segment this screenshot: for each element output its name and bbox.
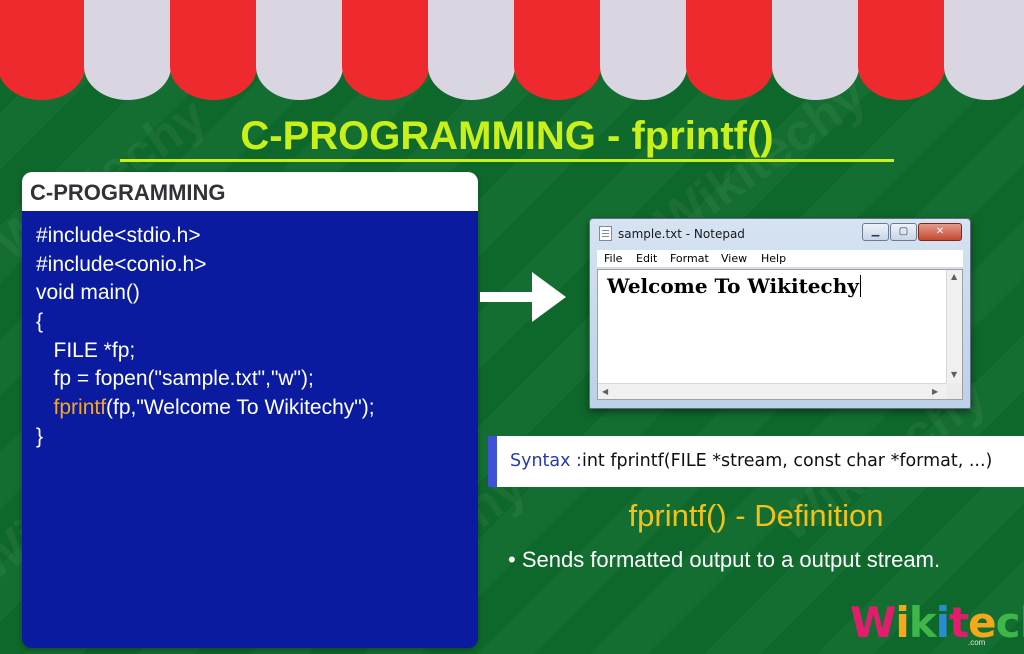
definition-title: fprintf() - Definition xyxy=(628,498,884,533)
code-block: #include<stdio.h> #include<conio.h> void… xyxy=(22,211,478,452)
code-line: { xyxy=(36,310,44,334)
notepad-content: Welcome To Wikitechy xyxy=(607,274,861,298)
maximize-button[interactable]: ▢ xyxy=(890,223,917,241)
awning-scallop xyxy=(0,0,85,100)
close-button[interactable]: ✕ xyxy=(918,223,962,241)
code-line: void main() xyxy=(36,281,140,305)
text-caret xyxy=(859,275,861,297)
menu-edit[interactable]: Edit xyxy=(636,252,657,265)
awning-scallop xyxy=(342,0,429,100)
scroll-up-icon[interactable]: ▲ xyxy=(951,272,957,281)
wikitechy-logo: Wikitechy xyxy=(850,598,1024,650)
awning-scallop xyxy=(772,0,859,100)
notepad-menubar: File Edit Format View Help xyxy=(597,250,963,268)
notepad-content-text: Welcome To Wikitechy xyxy=(607,274,859,298)
awning-scallop xyxy=(170,0,257,100)
code-line: FILE *fp; xyxy=(36,338,136,362)
syntax-bar: Syntax :int fprintf(FILE *stream, const … xyxy=(488,436,1024,487)
arrow-head-icon xyxy=(532,272,566,322)
awning-scallop xyxy=(84,0,171,100)
logo-domain: .com xyxy=(968,638,986,647)
awning-scallop xyxy=(600,0,687,100)
notepad-titlebar[interactable]: sample.txt - Notepad ▁ ▢ ✕ xyxy=(590,219,970,247)
scroll-right-icon[interactable]: ▶ xyxy=(932,387,938,396)
notepad-icon xyxy=(599,226,612,241)
menu-format[interactable]: Format xyxy=(670,252,709,265)
notepad-title: sample.txt - Notepad xyxy=(618,227,745,241)
awning-scallop xyxy=(686,0,773,100)
vertical-scrollbar[interactable]: ▲ ▼ xyxy=(946,270,962,384)
notepad-text-area[interactable]: Welcome To Wikitechy ▲ ▼ ◀ ▶ xyxy=(597,269,963,400)
code-line: fp = fopen("sample.txt","w"); xyxy=(36,367,314,391)
title-underline xyxy=(120,159,894,162)
code-line: #include<stdio.h> xyxy=(36,224,201,247)
logo-letter: c xyxy=(995,598,1021,647)
awning-scallop xyxy=(944,0,1024,100)
scrollbar-corner xyxy=(946,383,962,399)
code-line: #include<conio.h> xyxy=(36,252,207,276)
logo-letter: t xyxy=(949,598,969,647)
minimize-button[interactable]: ▁ xyxy=(862,223,889,241)
horizontal-scrollbar[interactable]: ◀ ▶ xyxy=(598,383,946,399)
definition-bullet: • Sends formatted output to a output str… xyxy=(508,547,941,572)
code-args: (fp,"Welcome To Wikitechy"); xyxy=(106,396,375,420)
logo-letter: W xyxy=(850,598,896,647)
logo-letter: k xyxy=(908,598,937,647)
awning-scallop xyxy=(514,0,601,100)
logo-letter: h xyxy=(1020,598,1024,647)
code-line: } xyxy=(36,424,44,448)
awning-scallop xyxy=(858,0,945,100)
scroll-down-icon[interactable]: ▼ xyxy=(951,370,957,379)
code-panel-header: C-PROGRAMMING xyxy=(22,172,478,211)
awning-banner xyxy=(0,0,1024,102)
menu-file[interactable]: File xyxy=(604,252,622,265)
code-function-highlight: fprintf xyxy=(53,396,107,420)
awning-scallop xyxy=(256,0,343,100)
notepad-window: sample.txt - Notepad ▁ ▢ ✕ File Edit For… xyxy=(589,218,971,409)
code-panel: C-PROGRAMMING #include<stdio.h> #include… xyxy=(22,172,478,648)
menu-view[interactable]: View xyxy=(721,252,747,265)
logo-letter: i xyxy=(895,598,909,647)
syntax-label: Syntax : xyxy=(510,451,582,471)
menu-help[interactable]: Help xyxy=(761,252,786,265)
awning-scallop xyxy=(428,0,515,100)
code-line-highlighted: fprintf(fp,"Welcome To Wikitechy"); xyxy=(36,394,478,423)
page-title: C-PROGRAMMING - fprintf() xyxy=(240,114,774,158)
logo-letter: i xyxy=(935,598,950,647)
syntax-signature: int fprintf(FILE *stream, const char *fo… xyxy=(581,451,993,471)
scroll-left-icon[interactable]: ◀ xyxy=(602,387,608,396)
